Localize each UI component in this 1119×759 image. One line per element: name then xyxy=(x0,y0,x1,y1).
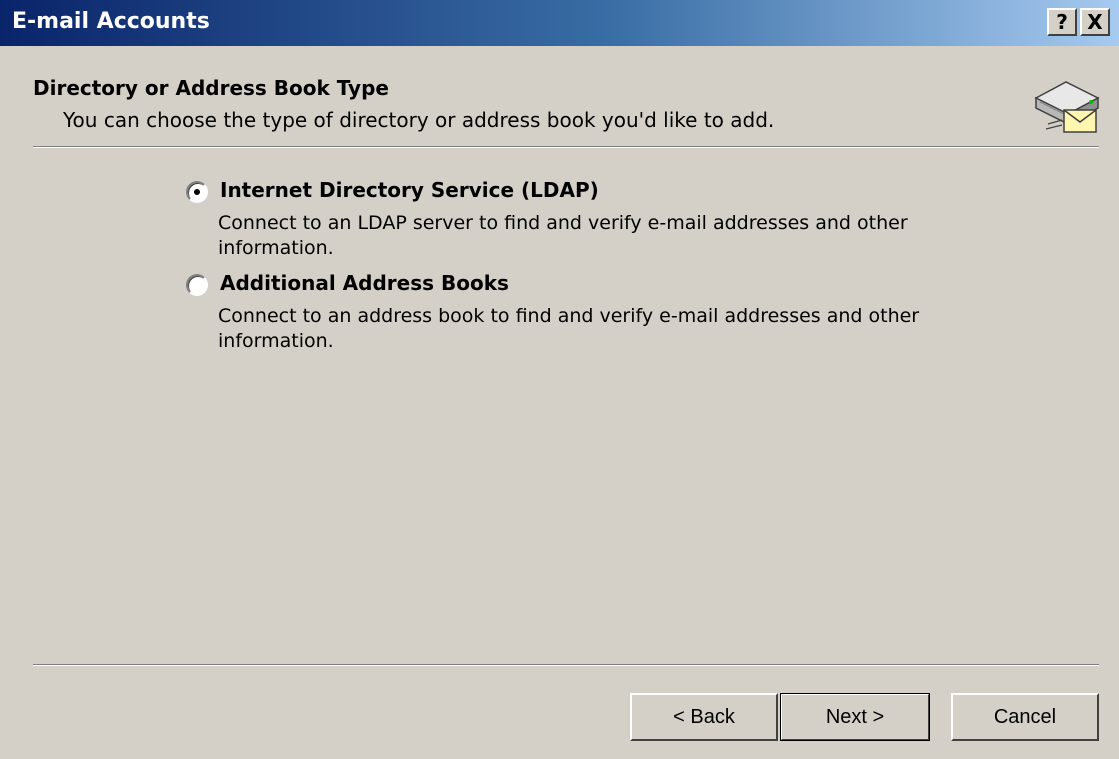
title-bar[interactable]: E-mail Accounts ? X xyxy=(0,0,1119,46)
help-button[interactable]: ? xyxy=(1047,8,1077,36)
next-button[interactable]: Next > xyxy=(780,693,930,741)
back-button[interactable]: < Back xyxy=(630,693,778,741)
footer-divider xyxy=(33,664,1099,666)
option-ldap-label[interactable]: Internet Directory Service (LDAP) xyxy=(220,178,599,202)
page-title: Directory or Address Book Type xyxy=(33,76,389,100)
email-accounts-window: E-mail Accounts ? X Directory or Address… xyxy=(0,0,1119,759)
cancel-button[interactable]: Cancel xyxy=(951,693,1099,741)
close-button[interactable]: X xyxy=(1080,8,1110,36)
radio-selected-dot xyxy=(194,189,200,195)
window-title: E-mail Accounts xyxy=(12,9,210,34)
address-book-icon xyxy=(1034,81,1100,133)
option-additional-address-books-label[interactable]: Additional Address Books xyxy=(220,271,509,295)
radio-additional-address-books[interactable] xyxy=(186,274,208,296)
next-button-label: Next > xyxy=(825,705,885,728)
page-subtitle: You can choose the type of directory or … xyxy=(63,108,775,132)
radio-ldap[interactable] xyxy=(186,181,208,203)
option-ldap-description: Connect to an LDAP server to find and ve… xyxy=(218,212,908,259)
option-additional-address-books-description: Connect to an address book to find and v… xyxy=(218,305,920,352)
header-divider xyxy=(33,146,1099,148)
